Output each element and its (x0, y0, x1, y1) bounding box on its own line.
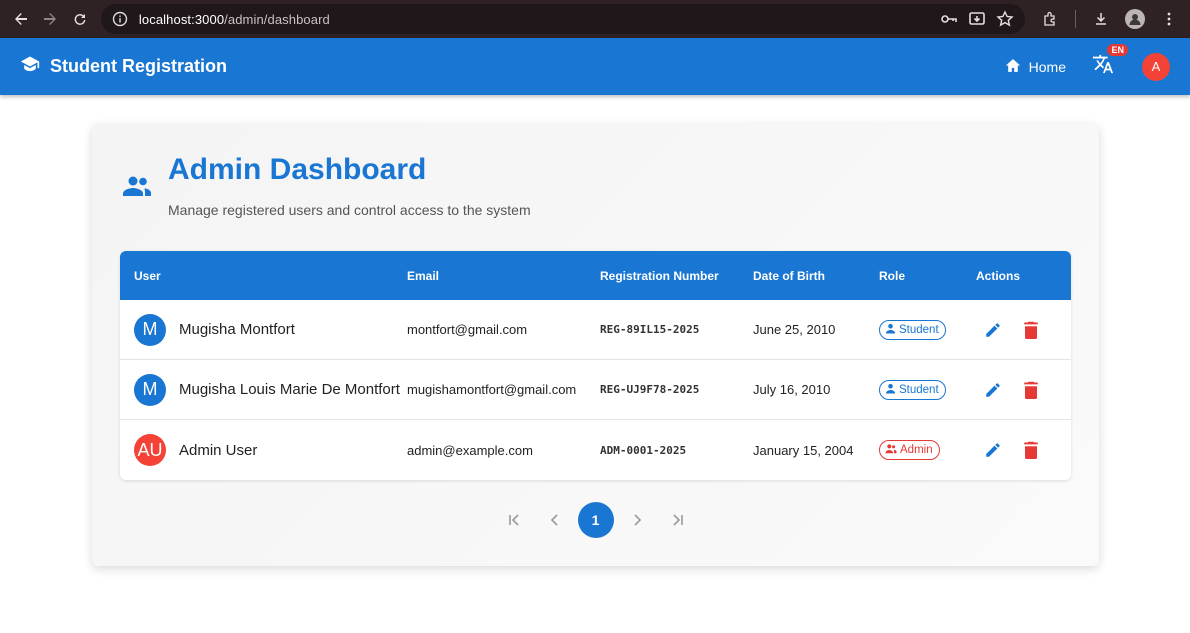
column-header-email: Email (407, 268, 440, 283)
browser-toolbar: localhost:3000/admin/dashboard (0, 0, 1190, 38)
app-bar: Student Registration Home EN A (0, 38, 1190, 95)
pagination: 1 (92, 502, 1099, 538)
table-row: M Mugisha Louis Marie De Montfort mugish… (120, 360, 1071, 420)
key-icon[interactable] (939, 9, 959, 29)
column-header-role: Role (879, 268, 906, 283)
user-name: Admin User (179, 441, 258, 459)
admin-people-icon (885, 443, 897, 457)
graduation-cap-icon (20, 55, 40, 78)
home-button[interactable]: Home (1005, 58, 1066, 76)
table-row: M Mugisha Montfort montfort@gmail.com RE… (120, 300, 1071, 360)
registration-number: REG-89IL15-2025 (600, 323, 700, 336)
home-icon (1005, 58, 1021, 76)
last-page-icon[interactable] (660, 502, 696, 538)
role-label: Admin (900, 444, 933, 456)
delete-icon[interactable] (1020, 439, 1042, 461)
dashboard-card: Admin Dashboard Manage registered users … (92, 124, 1099, 566)
install-app-icon[interactable] (967, 9, 987, 29)
toolbar-divider (1075, 10, 1076, 28)
language-button[interactable]: EN (1090, 43, 1128, 80)
column-header-user: User (134, 268, 161, 283)
profile-icon[interactable] (1120, 4, 1150, 34)
brand-title: Student Registration (50, 56, 228, 76)
forward-arrow-icon[interactable] (36, 4, 66, 34)
home-label: Home (1028, 58, 1066, 75)
date-of-birth: January 15, 2004 (753, 442, 854, 458)
registration-number: REG-UJ9F78-2025 (600, 383, 700, 396)
url-text[interactable]: localhost:3000/admin/dashboard (139, 12, 939, 27)
column-header-dob: Date of Birth (753, 268, 825, 283)
extensions-icon[interactable] (1035, 4, 1065, 34)
edit-icon[interactable] (982, 319, 1004, 341)
user-name: Mugisha Montfort (179, 321, 295, 338)
role-chip: Student (879, 379, 946, 400)
date-of-birth: July 16, 2010 (753, 382, 831, 397)
table-row: AU Admin User admin@example.com ADM-0001… (120, 420, 1071, 480)
user-avatar-button[interactable]: A (1142, 52, 1170, 81)
avatar: M (134, 373, 166, 406)
page-title: Admin Dashboard (168, 153, 427, 186)
edit-icon[interactable] (982, 379, 1004, 401)
person-icon (885, 383, 896, 397)
page-subtitle: Manage registered users and control acce… (168, 202, 531, 218)
date-of-birth: June 25, 2010 (753, 322, 836, 337)
download-icon[interactable] (1086, 4, 1116, 34)
column-header-actions: Actions (976, 268, 1021, 283)
role-label: Student (899, 323, 939, 336)
url-host: localhost:3000 (138, 11, 225, 27)
bookmark-star-icon[interactable] (995, 9, 1015, 29)
brand[interactable]: Student Registration (20, 55, 227, 78)
user-email: montfort@gmail.com (407, 322, 528, 337)
user-email: admin@example.com (407, 442, 533, 458)
user-name: Mugisha Louis Marie De Montfort (179, 381, 400, 398)
first-page-icon[interactable] (496, 502, 532, 538)
site-info-icon[interactable] (111, 10, 129, 28)
translate-icon (1092, 53, 1114, 80)
next-page-icon[interactable] (619, 502, 655, 538)
table-header: User Email Registration Number Date of B… (120, 251, 1071, 300)
avatar: AU (134, 434, 166, 466)
role-chip: Student (879, 319, 946, 340)
person-icon (885, 323, 896, 337)
avatar: M (134, 313, 166, 346)
current-page-button[interactable]: 1 (577, 502, 614, 538)
menu-dots-icon[interactable] (1154, 4, 1184, 34)
address-bar[interactable]: localhost:3000/admin/dashboard (100, 4, 1025, 34)
dashboard-header: Admin Dashboard Manage registered users … (122, 152, 531, 218)
role-label: Student (899, 383, 939, 396)
url-path: /admin/dashboard (224, 11, 330, 27)
previous-page-icon[interactable] (537, 502, 573, 538)
edit-icon[interactable] (982, 439, 1004, 461)
language-badge: EN (1107, 43, 1128, 56)
users-table: User Email Registration Number Date of B… (120, 251, 1071, 480)
registration-number: ADM-0001-2025 (600, 443, 687, 457)
delete-icon[interactable] (1020, 379, 1042, 401)
back-arrow-icon[interactable] (6, 4, 36, 34)
delete-icon[interactable] (1020, 319, 1042, 341)
column-header-registration: Registration Number (600, 268, 719, 283)
role-chip: Admin (879, 440, 940, 460)
user-email: mugishamontfort@gmail.com (407, 382, 577, 397)
reload-icon[interactable] (65, 4, 95, 34)
people-icon (122, 174, 152, 204)
